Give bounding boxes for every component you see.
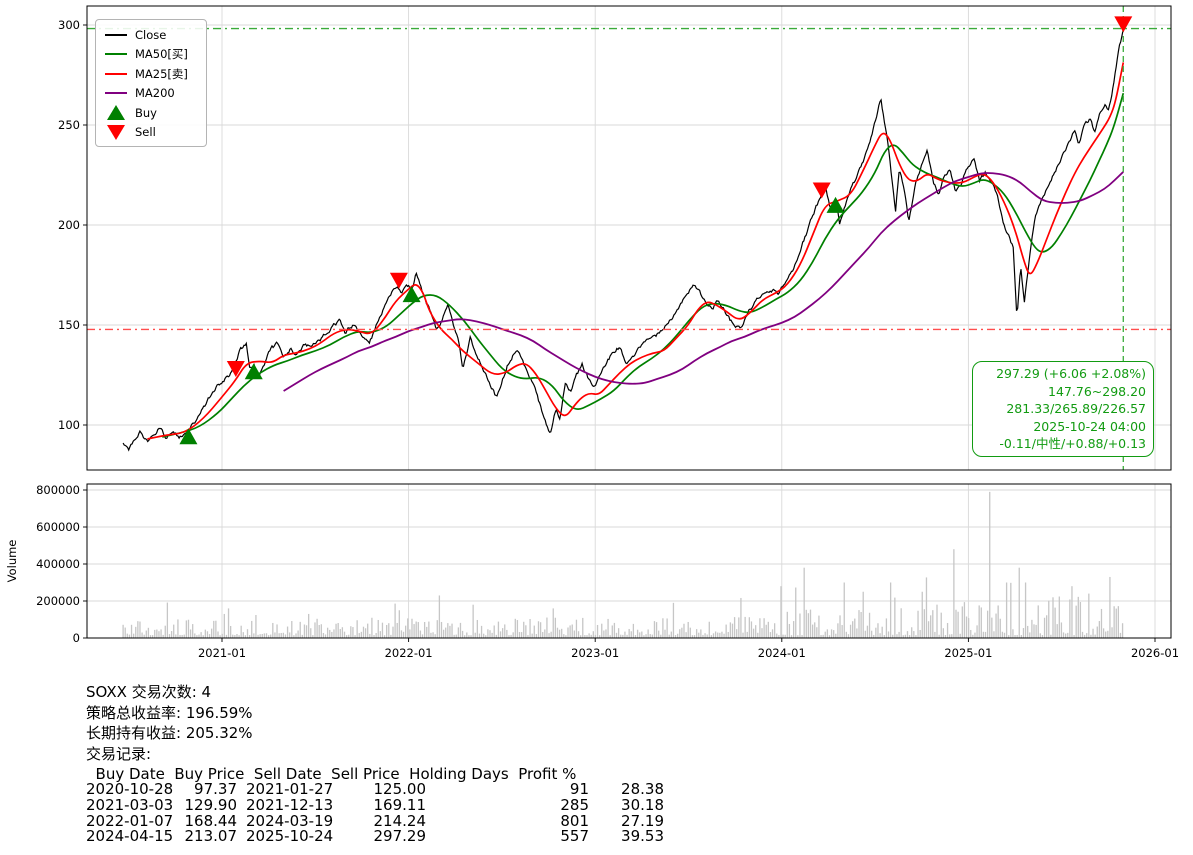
hold-return-line: 长期持有收益: 205.32% [86,724,253,742]
price-tick-label: 250 [58,118,80,132]
date-tick-label: 2023-01 [571,646,619,660]
legend-label: MA200 [135,86,175,101]
trade-count-line: SOXX 交易次数: 4 [86,683,212,701]
stats-block: SOXX 交易次数: 4 策略总收益率: 196.59% 长期持有收益: 205… [86,682,664,845]
volume-bars [122,491,1124,638]
price-tick-label: 150 [58,318,80,332]
trade-log-title: 交易记录: [86,744,152,763]
annotation-range-line: 147.76~298.20 [1048,383,1146,399]
sell-marker [1114,16,1133,33]
legend-label: Buy [135,105,157,120]
figure: 100 150 200 250 300 0 200000 400000 600000 800000… [0,0,1193,855]
table-cell: 213.07 [184,827,238,846]
annotation-date-line: 2025-10-24 04:00 [1033,418,1146,434]
legend-item-close: Close [105,25,197,45]
legend-label: Sell [135,125,156,140]
table-row: 2024-04-15 213.07 2025-10-24 297.29 557 39.53 [86,829,664,845]
legend-item-buy: Buy [105,103,197,123]
price-tick-label: 200 [58,218,80,232]
ma50-line-swatch [105,53,127,56]
volume-tick-label: 200000 [36,594,80,608]
trade-table: 2020-10-28 97.37 2021-01-27 125.00 91 28.38 20… [86,781,664,845]
annotation-box: 297.29 (+6.06 +2.08%) 147.76~298.20 281.… [972,361,1154,457]
volume-tick-label: 400000 [36,557,80,571]
ma200-line-swatch [105,92,127,95]
legend-item-ma25: MA25[卖] [105,64,197,84]
date-tick-label: 2021-01 [198,646,246,660]
table-cell: 297.29 [373,827,427,846]
chart-legend: Close MA50[买] MA25[卖] MA200 Buy Sell [95,19,207,147]
volume-tick-label: 600000 [36,520,80,534]
date-tick-label: 2026-01 [1131,646,1179,660]
date-tick-label: 2024-01 [758,646,806,660]
annotation-signal-line: -0.11/中性/+0.88/+0.13 [999,436,1146,452]
legend-label: Close [135,27,167,42]
close-line-swatch [105,33,127,36]
date-tick-label: 2025-01 [944,646,992,660]
plot-borders [86,5,1172,639]
table-cell: 2024-04-15 [86,827,174,846]
legend-label: MA25[卖] [135,66,188,81]
price-tick-label: 300 [58,18,80,32]
volume-tick-label: 0 [73,631,80,645]
table-cell: 2025-10-24 [246,827,334,846]
ma200-line [283,171,1124,392]
gridlines [87,6,1171,638]
volume-axis-label: Volume [5,540,19,583]
legend-item-ma50: MA50[买] [105,45,197,65]
buy-marker-icon [105,105,127,121]
sell-marker-icon [105,124,127,140]
legend-item-sell: Sell [105,123,197,143]
buy-marker [402,286,421,303]
date-tick-label: 2022-01 [385,646,433,660]
price-tick-label: 100 [58,418,80,432]
volume-tick-label: 800000 [36,483,80,497]
table-cell: 39.53 [621,827,664,846]
annotation-ma-line: 281.33/265.89/226.57 [1006,401,1146,417]
ma25-line-swatch [105,72,127,75]
annotation-price-line: 297.29 (+6.06 +2.08%) [996,366,1146,381]
legend-label: MA50[买] [135,47,188,62]
strategy-return-line: 策略总收益率: 196.59% [86,703,253,722]
buy-marker [244,363,263,380]
table-cell: 557 [560,827,589,846]
legend-item-ma200: MA200 [105,84,197,104]
